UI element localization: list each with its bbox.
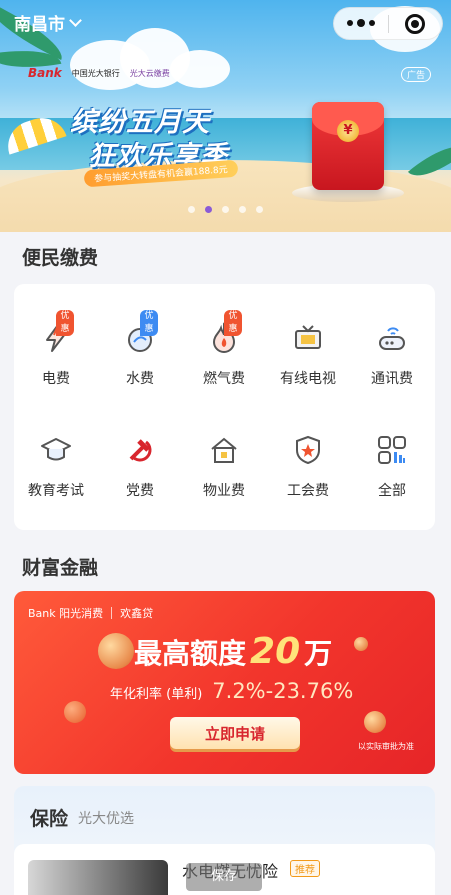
discount-badge: 优惠 (56, 310, 74, 336)
coin-decoration (98, 633, 134, 669)
insurance-subtitle: 光大优选 (78, 811, 134, 827)
quota-amount: 20 (250, 631, 301, 672)
insurance-title: 保险 (30, 808, 69, 830)
payment-item-label: 水费 (126, 371, 154, 387)
payment-item[interactable]: 优惠电费 (14, 310, 98, 388)
payment-item[interactable]: 党费 (98, 432, 182, 500)
quota-unit: 万 (304, 637, 333, 670)
banner-pagination (0, 206, 451, 213)
hammer-sickle-icon (122, 432, 158, 468)
water-icon: 优惠 (122, 310, 158, 356)
city-selector[interactable]: 南昌市 (14, 10, 82, 35)
payment-item[interactable]: 全部 (350, 432, 434, 500)
page-dot[interactable] (256, 206, 263, 213)
banner-brand: Bank 中国光大银行 光大云缴费 (28, 66, 170, 80)
apply-now-button[interactable]: 立即申请 (170, 717, 300, 749)
bank-name: 中国光大银行 (71, 68, 120, 78)
electricity-icon: 优惠 (38, 310, 74, 356)
yuan-coin-icon: ¥ (337, 120, 359, 142)
loan-brand: Bank 阳光消费 欢鑫贷 (28, 605, 153, 621)
payment-item[interactable]: 物业费 (182, 432, 266, 500)
payments-grid: 优惠 电费 优惠 水费 优惠 燃气费 有线电视 通讯费 教育考试 党费 物业费 工会费 全部 (14, 284, 435, 530)
coin-decoration (354, 637, 368, 651)
payment-item[interactable]: 优惠水费 (98, 310, 182, 388)
coin-decoration (64, 701, 86, 723)
loan-promo-card[interactable]: Bank 阳光消费 欢鑫贷 最高额度 20 万 年化利率 (单利) 7.2%-2… (14, 591, 435, 774)
page-dot[interactable] (188, 206, 195, 213)
close-miniapp-icon[interactable] (389, 13, 443, 34)
promo-banner[interactable]: 南昌市 Bank 中国光大银行 光大云缴费 广告 缤纷五月天 狂欢乐享季 参与抽… (0, 0, 451, 232)
save-toast: 保存 (186, 863, 262, 891)
rate-value: 7.2%-23.76% (212, 679, 354, 703)
gas-flame-icon: 优惠 (206, 310, 242, 356)
payment-item-label: 全部 (378, 483, 406, 499)
union-shield-icon (290, 432, 326, 468)
discount-badge: 优惠 (224, 310, 242, 336)
red-envelope-icon: ¥ (312, 102, 384, 190)
house-icon (206, 432, 242, 468)
router-icon (374, 320, 410, 356)
grid-all-icon (374, 432, 410, 468)
partner-logo: 光大云缴费 (129, 68, 170, 78)
city-name: 南昌市 (14, 15, 65, 35)
page-dot[interactable] (222, 206, 229, 213)
graduation-cap-icon (38, 432, 74, 468)
loan-brand-secondary: 欢鑫贷 (120, 607, 154, 620)
payment-item-label: 有线电视 (280, 371, 336, 387)
loan-rate: 年化利率 (单利) 7.2%-23.76% (110, 679, 353, 703)
payment-item-label: 工会费 (287, 483, 329, 499)
finance-title: 财富金融 (22, 557, 99, 579)
recommend-badge: 推荐 (290, 860, 320, 877)
payments-title: 便民缴费 (22, 247, 99, 269)
ad-label: 广告 (400, 67, 431, 82)
chevron-down-icon (69, 13, 82, 27)
banner-cloud (170, 50, 230, 88)
bank-logo: Bank (28, 66, 62, 80)
insurance-thumbnail (28, 860, 168, 895)
payment-item[interactable]: 教育考试 (14, 432, 98, 500)
loan-brand-primary: Bank 阳光消费 (28, 607, 104, 620)
discount-badge: 优惠 (140, 310, 158, 336)
payment-item-label: 电费 (42, 371, 70, 387)
loan-quota: 最高额度 20 万 (134, 631, 332, 672)
more-icon[interactable] (334, 19, 388, 27)
page-dot[interactable] (205, 206, 212, 213)
tv-icon (290, 320, 326, 356)
payment-item-label: 教育考试 (28, 483, 84, 499)
payment-item[interactable]: 通讯费 (350, 320, 434, 388)
approval-note: 以实际审批为准 (358, 742, 414, 751)
payment-item-label: 通讯费 (371, 371, 413, 387)
payment-item-label: 燃气费 (203, 371, 245, 387)
page-dot[interactable] (239, 206, 246, 213)
payment-item[interactable]: 工会费 (266, 432, 350, 500)
miniapp-capsule (333, 7, 443, 40)
quota-label: 最高额度 (134, 637, 247, 670)
coin-decoration (364, 711, 386, 733)
payment-item[interactable]: 有线电视 (266, 320, 350, 388)
payment-item-label: 党费 (126, 483, 154, 499)
payment-item-label: 物业费 (203, 483, 245, 499)
brand-divider (111, 607, 113, 619)
rate-label: 年化利率 (单利) (110, 687, 203, 702)
payment-item[interactable]: 优惠燃气费 (182, 310, 266, 388)
